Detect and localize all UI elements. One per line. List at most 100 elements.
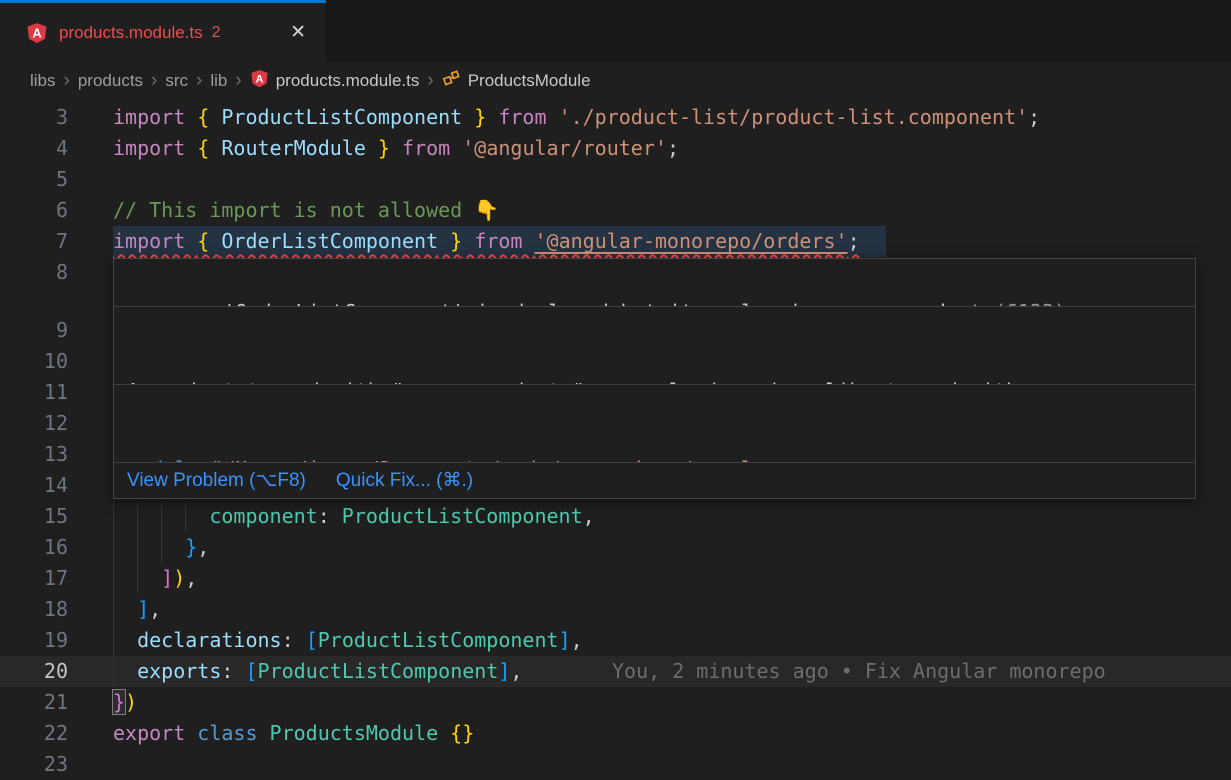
breadcrumb-item-symbol[interactable]: ProductsModule xyxy=(442,69,591,93)
line-number[interactable]: 4 xyxy=(0,133,68,164)
code-token: ; xyxy=(1028,105,1040,129)
code-token: , xyxy=(583,504,595,528)
code-token: export xyxy=(113,721,197,745)
class-symbol-icon xyxy=(442,69,461,93)
code-token xyxy=(113,659,137,683)
code-token: component xyxy=(209,504,317,528)
git-blame-annotation: You, 2 minutes ago • Fix Angular monorep… xyxy=(612,656,1106,687)
breadcrumb-item-libs[interactable]: libs xyxy=(30,71,56,91)
code-token xyxy=(113,628,137,652)
line-number[interactable]: 12 xyxy=(0,408,68,439)
code-token: '@angular/router' xyxy=(462,136,667,160)
diagnostic-ts-message: 'OrderListComponent' is declared but its… xyxy=(223,300,958,306)
code-line-21[interactable]: 21}) xyxy=(0,687,1231,718)
code-text[interactable]: exports: [ProductListComponent], xyxy=(113,656,522,687)
code-line-22[interactable]: 22 export class ProductsModule {} xyxy=(0,718,1231,749)
code-line-6[interactable]: 6 // This import is not allowed 👇 xyxy=(0,195,1231,226)
line-number[interactable]: 16 xyxy=(0,532,68,563)
code-text[interactable]: declarations: [ProductListComponent], xyxy=(113,625,583,656)
code-text[interactable]: }, xyxy=(113,532,209,563)
code-line-16[interactable]: 16 }, xyxy=(0,532,1231,563)
code-text[interactable]: import { ProductListComponent } from './… xyxy=(113,102,1040,133)
breadcrumb-item-lib[interactable]: lib xyxy=(210,71,227,91)
module-path-part1: "/Users/isaac/Documents/code/nx-recipes/… xyxy=(211,457,789,462)
code-text[interactable]: export class ProductsModule {} xyxy=(113,718,474,749)
line-number[interactable]: 5 xyxy=(0,164,68,195)
line-number[interactable]: 7 xyxy=(0,226,68,257)
code-token: , xyxy=(510,659,522,683)
code-line-5[interactable]: 5 xyxy=(0,164,1231,195)
code-token: import xyxy=(113,229,197,253)
code-line-18[interactable]: 18 ], xyxy=(0,594,1231,625)
code-line-23[interactable]: 23 xyxy=(0,749,1231,780)
diagnostic-ts: 'OrderListComponent' is declared but its… xyxy=(114,259,1195,306)
code-editor[interactable]: 3 import { ProductListComponent } from '.… xyxy=(0,100,1231,780)
line-number[interactable]: 3 xyxy=(0,102,68,133)
code-token: : xyxy=(318,504,342,528)
code-token: OrderListComponent xyxy=(221,229,438,253)
code-line-15[interactable]: 15 component: ProductListComponent, xyxy=(0,501,1231,532)
breadcrumb-separator-icon: › xyxy=(188,70,210,92)
line-number[interactable]: 15 xyxy=(0,501,68,532)
line-number[interactable]: 9 xyxy=(0,315,68,346)
line-number[interactable]: 6 xyxy=(0,195,68,226)
code-token: ) xyxy=(125,690,137,714)
code-line-19[interactable]: 19 declarations: [ProductListComponent], xyxy=(0,625,1231,656)
line-number[interactable]: 22 xyxy=(0,718,68,749)
code-token xyxy=(113,535,185,559)
code-token xyxy=(113,597,137,621)
line-number[interactable]: 19 xyxy=(0,625,68,656)
angular-icon: A xyxy=(250,69,269,93)
line-number[interactable]: 18 xyxy=(0,594,68,625)
code-text[interactable]: import { RouterModule } from '@angular/r… xyxy=(113,133,679,164)
code-token: [ xyxy=(245,659,257,683)
code-line-3[interactable]: 3 import { ProductListComponent } from '.… xyxy=(0,102,1231,133)
code-text[interactable]: ], xyxy=(113,594,161,625)
quick-fix-button[interactable]: Quick Fix... (⌘.) xyxy=(336,465,473,496)
view-problem-button[interactable]: View Problem (⌥F8) xyxy=(127,465,306,496)
code-line-17[interactable]: 17 ]), xyxy=(0,563,1231,594)
code-token: ProductListComponent xyxy=(258,659,499,683)
code-token: {} xyxy=(450,721,474,745)
line-number[interactable]: 8 xyxy=(0,257,68,288)
eslint-message-line1: A project tagged with "scope:products" c… xyxy=(127,376,1182,384)
code-token: exports xyxy=(137,659,221,683)
line-number[interactable]: 21 xyxy=(0,687,68,718)
breadcrumb-item-products[interactable]: products xyxy=(78,71,143,91)
line-number[interactable]: 13 xyxy=(0,439,68,470)
code-text[interactable]: }) xyxy=(113,687,137,718)
line-number[interactable]: 20 xyxy=(0,656,68,687)
pointing-down-emoji: 👇 xyxy=(474,198,499,222)
code-text[interactable]: import { OrderListComponent } from '@ang… xyxy=(113,226,886,257)
code-text[interactable]: ]), xyxy=(113,563,197,594)
tab-error-count-badge: 2 xyxy=(212,24,221,42)
code-token: ProductListComponent xyxy=(342,504,583,528)
code-token: } xyxy=(185,535,197,559)
tab-bar: A products.module.ts 2 ✕ xyxy=(0,0,1231,62)
code-text[interactable]: // This import is not allowed 👇 xyxy=(113,195,499,226)
code-token: declarations xyxy=(137,628,282,652)
code-token: } xyxy=(438,229,462,253)
code-token: class xyxy=(197,721,269,745)
line-number[interactable]: 17 xyxy=(0,563,68,594)
line-number[interactable]: 11 xyxy=(0,377,68,408)
code-text[interactable]: component: ProductListComponent, xyxy=(113,501,595,532)
code-token: ] xyxy=(498,659,510,683)
code-line-20[interactable]: 20 exports: [ProductListComponent], You, … xyxy=(0,656,1231,687)
line-number[interactable]: 23 xyxy=(0,749,68,780)
code-token: ] xyxy=(559,628,571,652)
tab-close-icon[interactable]: ✕ xyxy=(290,21,306,44)
code-token xyxy=(113,566,161,590)
breadcrumb-file-label: products.module.ts xyxy=(276,71,420,91)
line-number[interactable]: 10 xyxy=(0,346,68,377)
code-line-7[interactable]: 7 import { OrderListComponent } from '@an… xyxy=(0,226,1231,257)
breadcrumb: libs›products›src›lib›Aproducts.module.t… xyxy=(0,62,1231,100)
line-number[interactable]: 14 xyxy=(0,470,68,501)
code-token: from xyxy=(462,229,534,253)
breadcrumb-item-src[interactable]: src xyxy=(165,71,188,91)
code-token: ProductListComponent xyxy=(318,628,559,652)
code-line-4[interactable]: 4 import { RouterModule } from '@angular/… xyxy=(0,133,1231,164)
code-token: ProductListComponent xyxy=(221,105,462,129)
tab-products-module[interactable]: A products.module.ts 2 ✕ xyxy=(0,0,326,62)
breadcrumb-item-file[interactable]: Aproducts.module.ts xyxy=(250,69,420,93)
